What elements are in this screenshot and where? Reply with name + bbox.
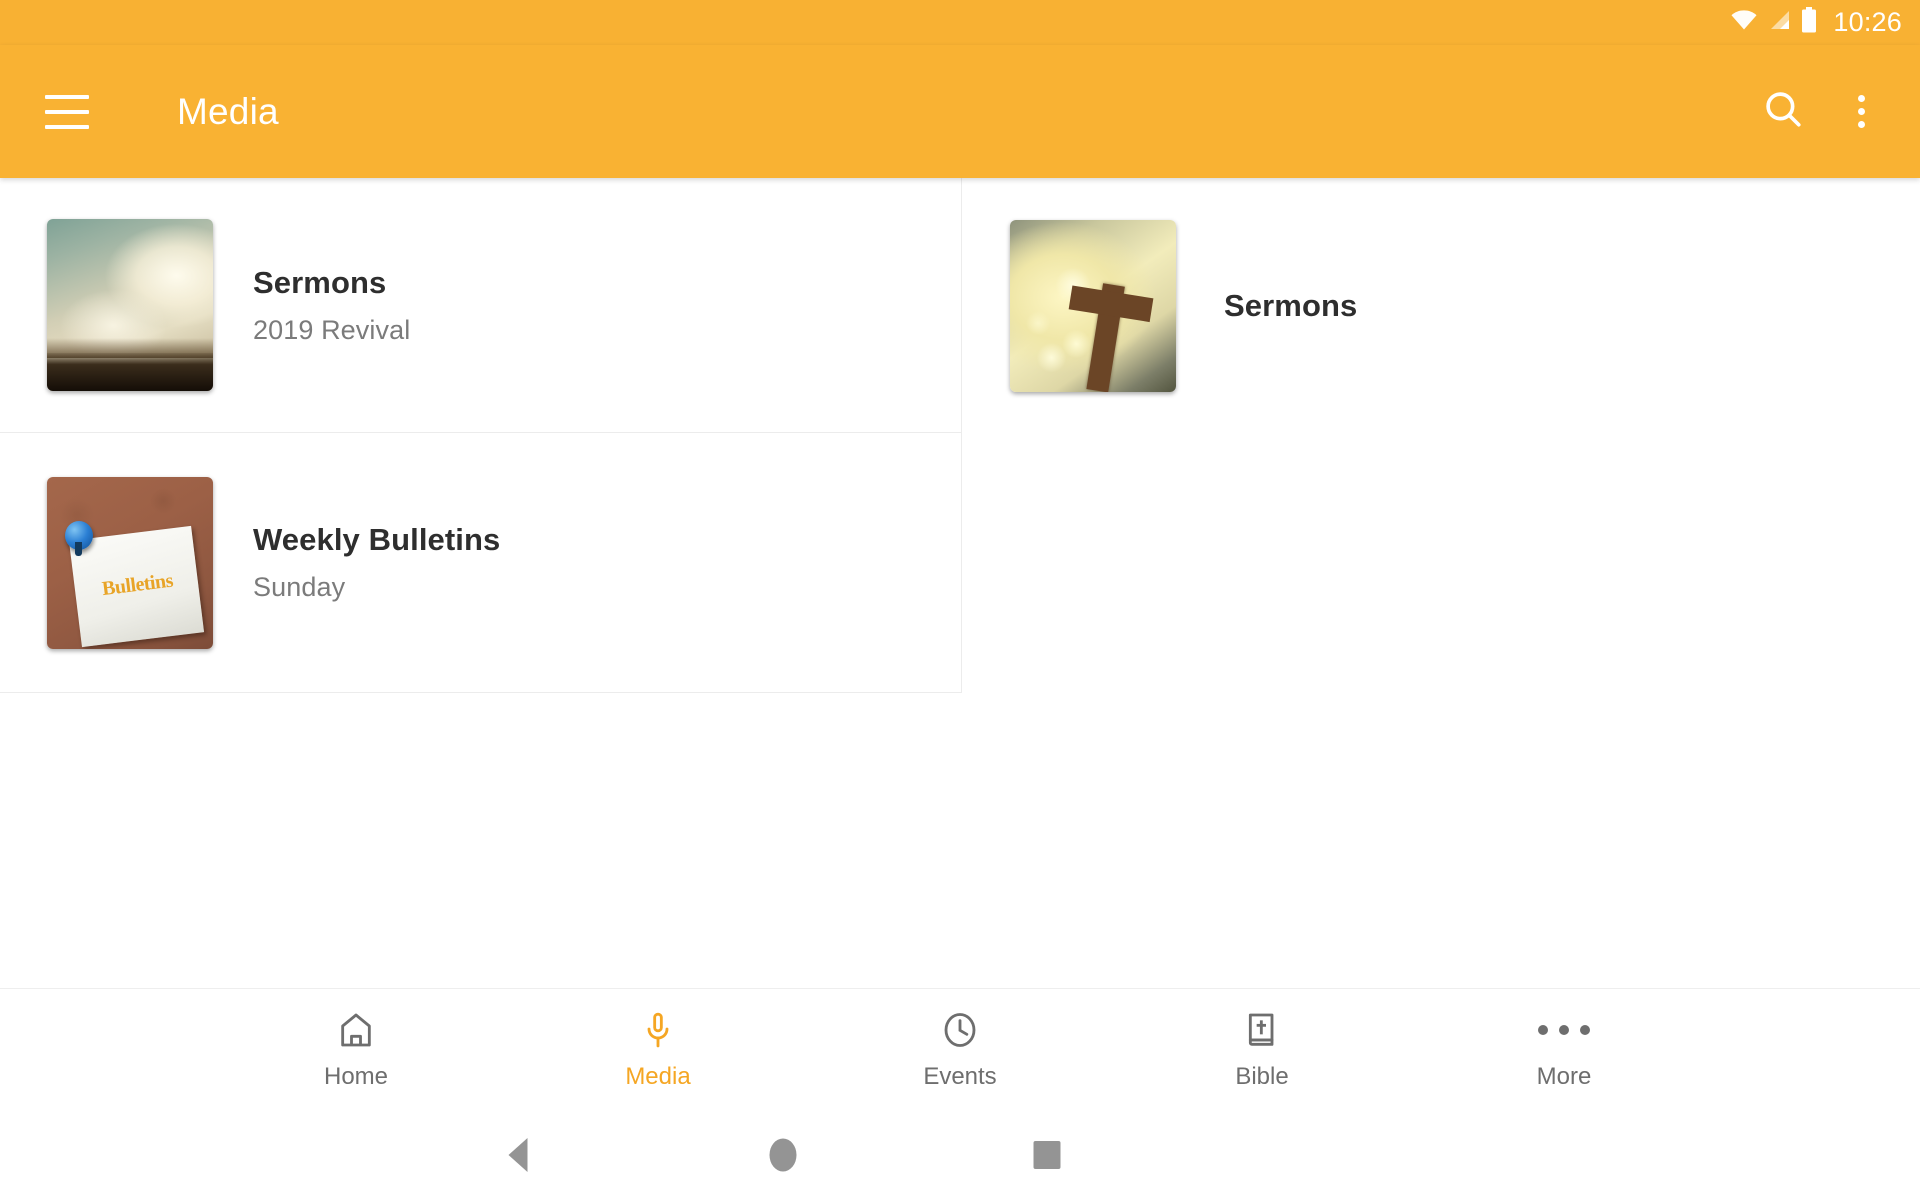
tab-events[interactable]: Events — [809, 1009, 1111, 1091]
bottom-tab-bar: Home Media Events Bible More — [0, 988, 1920, 1110]
tab-more[interactable]: More — [1413, 1009, 1715, 1091]
wifi-icon — [1731, 10, 1757, 35]
card-subtitle: 2019 Revival — [253, 314, 411, 345]
media-content: Sermons 2019 Revival Sermons Bulletins W… — [0, 178, 1920, 988]
more-horizontal-icon — [1538, 1009, 1590, 1051]
home-icon — [336, 1009, 376, 1051]
home-circle-icon[interactable] — [769, 1138, 797, 1172]
status-bar-icons: 10:26 — [1731, 7, 1902, 38]
card-text-group: Sermons — [1224, 288, 1357, 324]
tab-label: More — [1536, 1062, 1592, 1090]
search-icon[interactable] — [1762, 88, 1804, 135]
media-card-weekly-bulletins[interactable]: Bulletins Weekly Bulletins Sunday — [0, 433, 962, 693]
tab-home[interactable]: Home — [205, 1009, 507, 1091]
tab-media[interactable]: Media — [507, 1009, 809, 1091]
more-vertical-icon[interactable] — [1848, 89, 1875, 134]
clock-icon — [940, 1009, 980, 1051]
card-subtitle: Sunday — [253, 572, 346, 602]
system-navigation-bar — [0, 1110, 1920, 1200]
back-triangle-icon[interactable] — [508, 1138, 528, 1172]
microphone-icon — [638, 1009, 678, 1051]
app-bar: Media — [0, 45, 1920, 178]
tab-label: Events — [923, 1062, 997, 1090]
recents-square-icon[interactable] — [1033, 1141, 1061, 1169]
hamburger-menu-icon[interactable] — [45, 94, 89, 129]
card-text-group: Weekly Bulletins Sunday — [253, 522, 500, 603]
card-text-group: Sermons 2019 Revival — [253, 265, 410, 346]
cross-bokeh-image — [1010, 219, 1176, 392]
card-title: Weekly Bulletins — [253, 522, 501, 557]
corkboard-bulletin-image: Bulletins — [47, 476, 213, 649]
clouds-sunbeam-image — [47, 219, 213, 391]
status-bar: 10:26 — [0, 0, 1920, 45]
cell-signal-icon — [1767, 10, 1791, 35]
status-bar-clock: 10:26 — [1833, 7, 1902, 37]
battery-icon — [1801, 7, 1817, 38]
tab-bible[interactable]: Bible — [1111, 1009, 1413, 1091]
bible-book-icon — [1242, 1009, 1282, 1051]
tab-label: Media — [625, 1062, 691, 1090]
media-card-sermons[interactable]: Sermons — [962, 178, 1920, 433]
media-card-sermons-revival[interactable]: Sermons 2019 Revival — [0, 178, 962, 433]
page-title: Media — [177, 90, 279, 132]
tab-label: Bible — [1235, 1062, 1289, 1090]
app-bar-actions — [1762, 88, 1875, 135]
bulletin-note-text: Bulletins — [100, 569, 175, 600]
card-title: Sermons — [253, 264, 387, 300]
card-title: Sermons — [1224, 287, 1358, 323]
tab-label: Home — [323, 1062, 389, 1090]
